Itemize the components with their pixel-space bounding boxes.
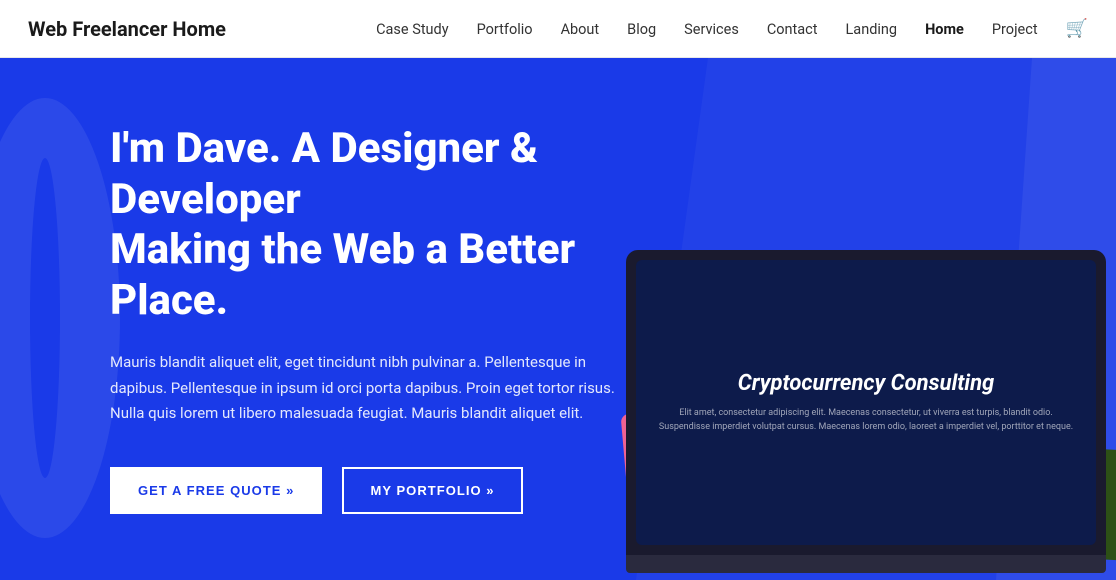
laptop-mockup: Cryptocurrency Consulting Elit amet, con… (626, 250, 1106, 570)
nav-link-project[interactable]: Project (992, 21, 1038, 38)
nav-link-portfolio[interactable]: Portfolio (477, 21, 533, 38)
laptop-base (626, 555, 1106, 573)
nav-link-services[interactable]: Services (684, 21, 739, 38)
nav-link-about[interactable]: About (561, 21, 600, 38)
hero-title-line1: I'm Dave. A Designer & Developer (110, 124, 538, 223)
cart-icon[interactable]: 🛒 (1066, 18, 1088, 39)
nav-link-landing[interactable]: Landing (846, 21, 898, 38)
nav-item-portfolio[interactable]: Portfolio (477, 19, 533, 38)
brand-logo[interactable]: Web Freelancer Home (28, 17, 226, 41)
nav-item-services[interactable]: Services (684, 19, 739, 38)
nav-link-casestudy[interactable]: Case Study (376, 21, 448, 38)
hero-visual: Cryptocurrency Consulting Elit amet, con… (566, 180, 1116, 580)
laptop-screen-content: Cryptocurrency Consulting Elit amet, con… (636, 351, 1096, 455)
nav-link-contact[interactable]: Contact (767, 21, 818, 38)
laptop-screen: Cryptocurrency Consulting Elit amet, con… (636, 260, 1096, 545)
nav-item-project[interactable]: Project (992, 19, 1038, 38)
hero-description: Mauris blandit aliquet elit, eget tincid… (110, 350, 640, 427)
get-quote-button[interactable]: GET A FREE QUOTE » (110, 467, 322, 514)
hero-content: I'm Dave. A Designer & Developer Making … (0, 124, 640, 513)
nav-item-casestudy[interactable]: Case Study (376, 19, 448, 38)
laptop-body: Cryptocurrency Consulting Elit amet, con… (626, 250, 1106, 555)
nav-link-blog[interactable]: Blog (627, 21, 656, 38)
nav-item-blog[interactable]: Blog (627, 19, 656, 38)
nav-item-landing[interactable]: Landing (846, 19, 898, 38)
nav-item-contact[interactable]: Contact (767, 19, 818, 38)
hero-title-line2: Making the Web a Better Place. (110, 225, 575, 324)
hero-section: I'm Dave. A Designer & Developer Making … (0, 58, 1116, 580)
nav-link-home[interactable]: Home (925, 21, 964, 38)
screen-text: Elit amet, consectetur adipiscing elit. … (656, 406, 1076, 435)
portfolio-button[interactable]: MY PORTFOLIO » (342, 467, 522, 514)
hero-title: I'm Dave. A Designer & Developer Making … (110, 124, 640, 326)
screen-title: Cryptocurrency Consulting (656, 371, 1076, 396)
navbar: Web Freelancer Home Case Study Portfolio… (0, 0, 1116, 58)
cart-button[interactable]: 🛒 (1066, 18, 1088, 39)
nav-item-home[interactable]: Home (925, 19, 964, 38)
nav-menu: Case Study Portfolio About Blog Services… (376, 18, 1088, 39)
nav-item-about[interactable]: About (561, 19, 600, 38)
hero-buttons: GET A FREE QUOTE » MY PORTFOLIO » (110, 467, 640, 514)
